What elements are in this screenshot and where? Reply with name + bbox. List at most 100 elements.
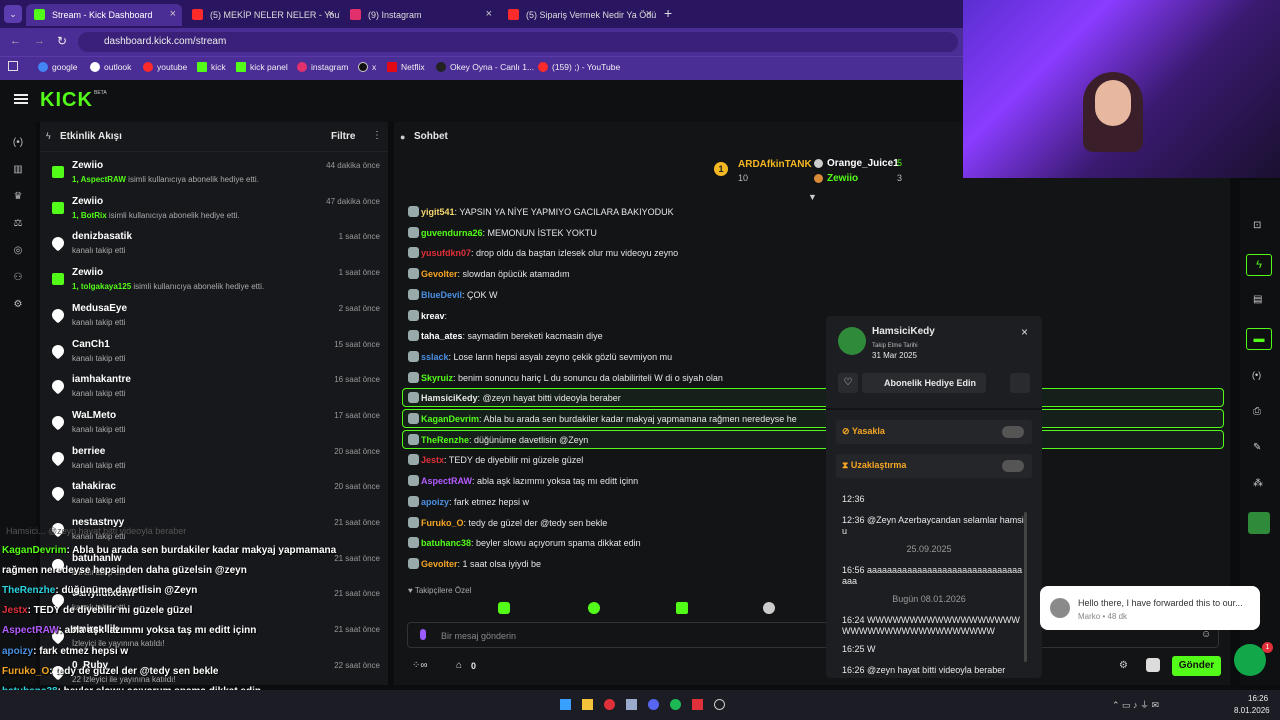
chat-message[interactable]: KaganDevrim: Abla bu arada sen burdakile… [408,413,797,424]
chat-message[interactable]: TheRenzhe: düğünüme davetlisin @Zeyn [408,433,588,445]
gift-sub-button[interactable]: Abonelik Hediye Edin [862,373,986,393]
activity-row[interactable]: WaLMeto kanalı takip etti 17 saat önce [49,408,380,444]
chat-message[interactable]: apoizy: fark etmez hepsi w [408,495,529,507]
emote-3-icon[interactable] [676,602,688,614]
chrome-icon[interactable] [604,699,615,710]
emote-picker-icon[interactable] [1146,658,1160,672]
activity-user[interactable]: Zewiio [72,196,103,207]
tab-instagram[interactable]: (9) Instagram × [342,4,498,26]
ban-toggle[interactable] [1002,426,1024,438]
bookmark-kick-panel[interactable]: kick panel [236,62,288,72]
chart-icon[interactable]: ▥ [12,164,24,176]
heart-icon[interactable]: ♡ [838,373,858,393]
chat-username[interactable]: kreav [421,311,445,321]
app-icon[interactable] [626,699,637,710]
infinity-icon[interactable]: ⁘∞ [412,660,428,671]
chat-username[interactable]: batuhanc38 [421,538,471,548]
chat-message[interactable]: batuhanc38: beyler slowu açıyorum spama … [408,537,641,549]
forward-icon[interactable]: → [34,35,45,47]
activity-user[interactable]: iamhakantre [72,374,131,385]
chat-settings-icon[interactable]: ⚙ [1119,660,1128,671]
start-icon[interactable] [560,699,571,710]
chat-message[interactable]: Furuko_O: tedy de güzel der @tedy sen be… [408,516,607,528]
user-name[interactable]: HamsiciKedy [872,326,935,337]
close-icon[interactable]: × [486,8,492,20]
activity-user[interactable]: MedusaEye [72,303,127,314]
chat-message[interactable]: taha_ates: saymadim bereketi kacmasin di… [408,330,603,342]
activity-user[interactable]: denizbasatik [72,231,132,242]
mic-icon[interactable] [420,629,426,640]
chat-message[interactable]: guvendurna26: MEMONUN İSTEK YOKTU [408,226,597,238]
bookmark-google[interactable]: google [38,62,78,72]
close-icon[interactable]: × [1021,325,1028,339]
stream-icon[interactable]: (•) [12,137,24,149]
chat-message[interactable]: Jestx: TEDY de diyebilir mi güzele güzel [408,454,583,466]
fullscreen-icon[interactable]: ⊡ [1253,220,1261,231]
chat-username[interactable]: yusufdkn07 [421,248,471,258]
gift-recipient[interactable]: 1, tolgakaya125 [72,282,131,291]
activity-row[interactable]: MedusaEye kanalı takip etti 2 saat önce [49,301,380,337]
send-button[interactable]: Gönder [1172,656,1221,676]
activity-row[interactable]: iamhakantre kanalı takip etti 16 saat önce [49,372,380,408]
bookmark-youtube-159[interactable]: (159) ;) - YouTube [538,62,620,72]
chat-username[interactable]: sslack [421,352,449,362]
activity-user[interactable]: CanCh1 [72,339,110,350]
activity-user[interactable]: tahakirac [72,481,116,492]
chat-message[interactable]: BlueDevil: ÇOK W [408,288,498,300]
lightning-icon[interactable]: ϟ [1246,254,1272,276]
chat-message[interactable]: Gevolter: 1 saat olsa iyiydi be [408,557,541,569]
close-icon[interactable]: × [170,8,176,20]
close-icon[interactable]: × [328,8,334,20]
chat-username[interactable]: taha_ates [421,331,463,341]
chat-username[interactable]: guvendurna26 [421,228,483,238]
activity-row[interactable]: CanCh1 kanalı takip etti 15 saat önce [49,337,380,373]
chat-icon[interactable]: ▬ [1246,328,1272,350]
chat-username[interactable]: BlueDevil [421,290,462,300]
kick-logo[interactable]: KICK [40,89,93,112]
bookmark-youtube[interactable]: youtube [143,62,187,72]
moderation-icon[interactable]: ⚖ [12,218,24,230]
new-tab-icon[interactable]: + [664,5,672,21]
chat-message[interactable]: kreav: [408,309,447,321]
spotify-icon[interactable] [670,699,681,710]
apps-icon[interactable] [8,61,18,71]
activity-user[interactable]: Zewiio [72,267,103,278]
bookmark-x[interactable]: x [358,62,376,72]
document-icon[interactable]: ▤ [1253,294,1262,305]
chat-username[interactable]: KaganDevrim [421,414,479,424]
tab-kick-dashboard[interactable]: Stream - Kick Dashboard × [26,4,182,26]
obs-icon[interactable] [714,699,725,710]
activity-row[interactable]: Zewiio 1, BotRix isimli kullanıcıya abone… [50,194,380,230]
chat-username[interactable]: apoizy [421,497,449,507]
wrench-icon[interactable]: ✎ [1253,442,1261,453]
chat-message[interactable]: AspectRAW: abla aşk lazımmı yoksa taş mı… [408,475,638,487]
chat-username[interactable]: Gevolter [421,559,458,569]
chat-message[interactable]: Skyruiz: benim sonuncu hariç L du sonunc… [408,371,723,383]
users-icon[interactable]: ⚇ [12,272,24,284]
settings-icon[interactable]: ⚙ [12,299,24,311]
timeout-toggle[interactable] [1002,460,1024,472]
bookmark-okey[interactable]: Okey Oyna - Canlı 1... [436,62,534,72]
target-icon[interactable]: ◎ [12,245,24,257]
tab-youtube-1[interactable]: (5) MEKİP NELER NELER - YouTu × [184,4,340,26]
app-icon[interactable] [1248,512,1270,534]
activity-row[interactable]: denizbasatik kanalı takip etti 1 saat önce [49,229,380,265]
reload-icon[interactable]: ↻ [57,34,67,48]
activity-row[interactable]: berriee kanalı takip etti 20 saat önce [49,444,380,480]
top-gifter-1[interactable]: ARDAfkinTANK [738,159,812,170]
emoji-icon[interactable]: ☺ [1201,629,1211,640]
broadcast-icon[interactable]: (•) [1252,370,1261,380]
folder-icon[interactable] [582,699,593,710]
gift-icon[interactable]: ⌂ [456,660,462,671]
back-icon[interactable]: ← [10,35,21,47]
bookmark-kick[interactable]: kick [197,62,226,72]
tray-icons[interactable]: ⌃ ▭ ♪ ⏚ ✉ [1112,698,1159,711]
close-icon[interactable]: × [646,8,652,20]
chat-username[interactable]: Furuko_O [421,518,464,528]
scrollbar[interactable] [1024,512,1027,662]
chat-username[interactable]: AspectRAW [421,476,472,486]
url-input[interactable]: dashboard.kick.com/stream [78,32,958,52]
print-icon[interactable]: ⎙ [1253,406,1261,417]
chat-username[interactable]: TheRenzhe [421,435,469,445]
chat-message[interactable]: HamsiciKedy: @zeyn hayat bitti videoyla … [408,392,621,404]
